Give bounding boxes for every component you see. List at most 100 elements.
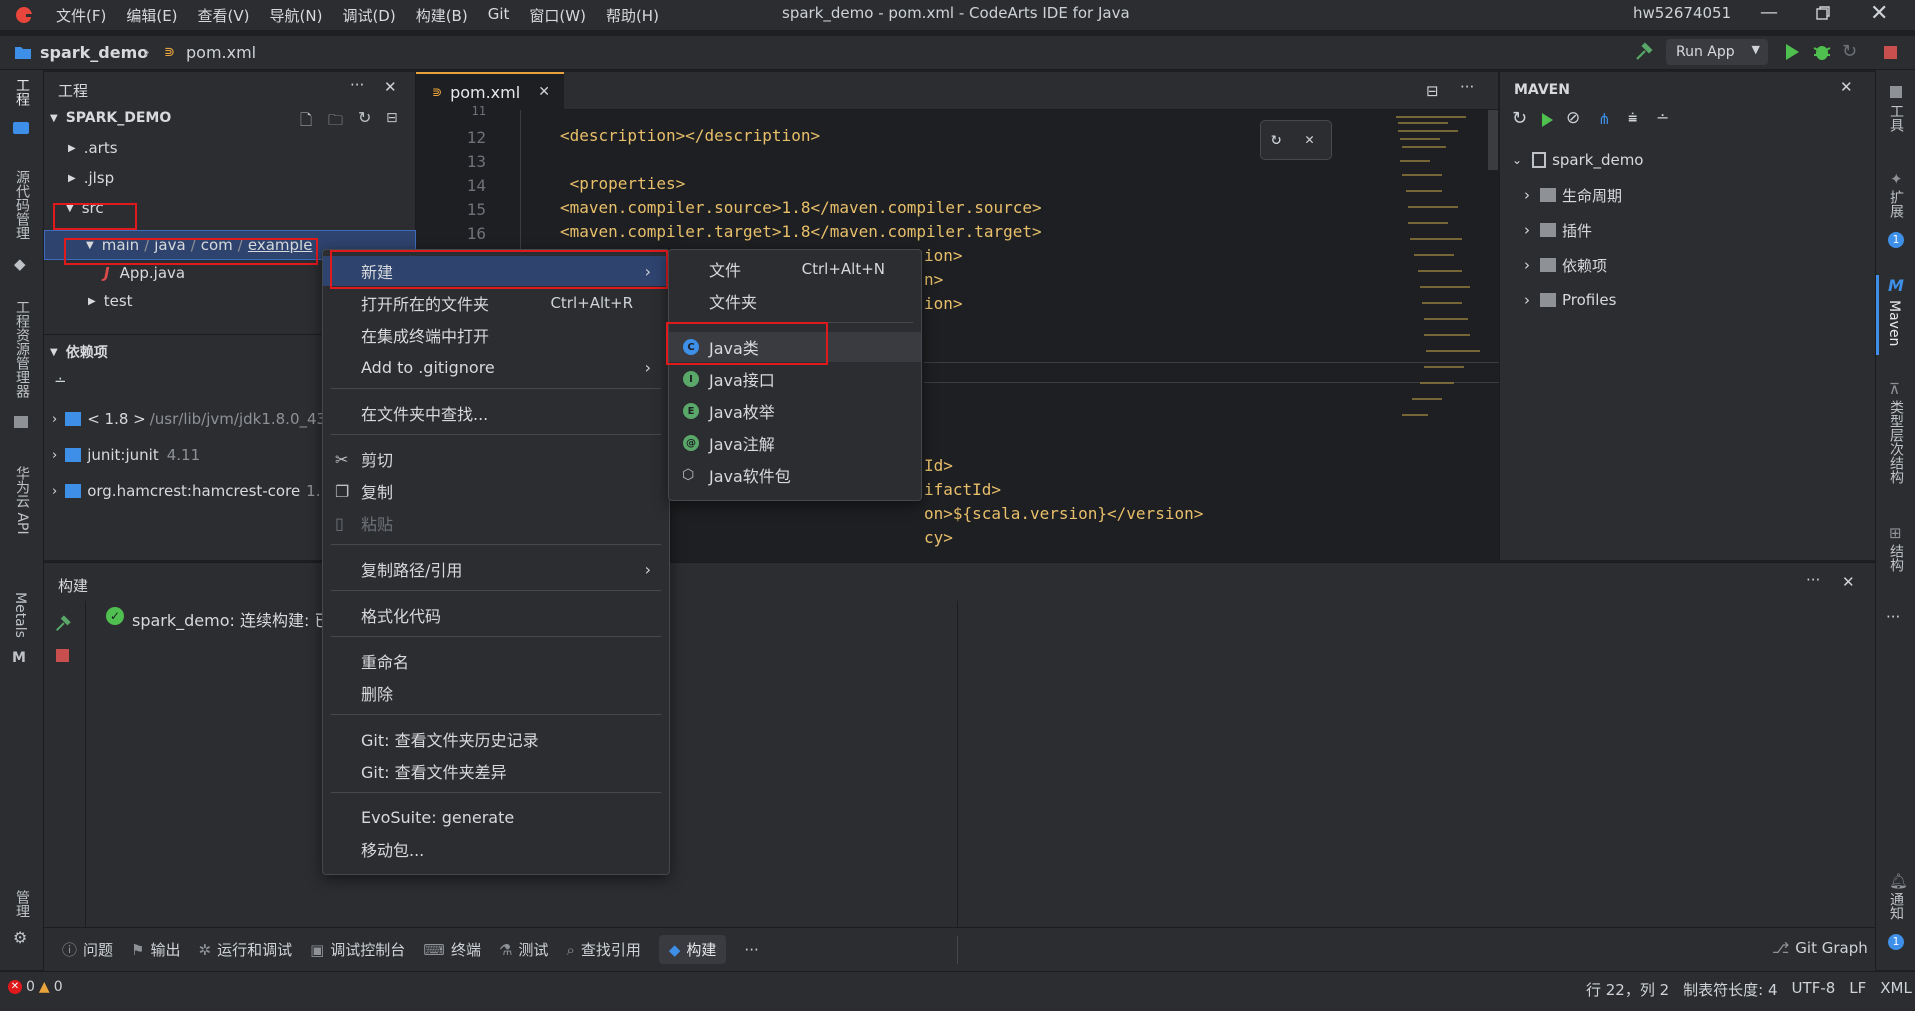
submenu-item-java-interface[interactable]: I Java接口 [669, 364, 921, 394]
build-hammer-icon[interactable] [54, 615, 72, 633]
dep-row-hamcrest[interactable]: › org.hamcrest:hamcrest-core 1. [52, 477, 320, 505]
more-icon[interactable]: ··· [744, 941, 758, 959]
refresh-icon[interactable]: ↻ [358, 108, 371, 127]
tab-debug-console[interactable]: ▣ 调试控制台 [310, 939, 405, 960]
submenu-item-file[interactable]: 文件 Ctrl+Alt+N [669, 254, 921, 284]
activity-huawei-api[interactable]: 华为云 API [12, 466, 32, 539]
user-account[interactable]: hw52674051 [1633, 4, 1731, 22]
debug-icon[interactable] [1812, 42, 1832, 62]
activity-tools[interactable]: 工具 [1886, 104, 1906, 136]
submenu-item-folder[interactable]: 文件夹 [669, 286, 921, 316]
menu-navigate[interactable]: 导航(N) [260, 5, 333, 26]
menu-item-copy[interactable]: ❐ 复制 [323, 476, 669, 506]
minimize-icon[interactable]: — [1760, 2, 1778, 23]
menu-item-evosuite[interactable]: EvoSuite: generate [323, 802, 669, 832]
breadcrumb-file[interactable]: pom.xml [186, 43, 256, 62]
expand-all-icon[interactable]: ⩧ [1628, 108, 1637, 128]
run-config-dropdown[interactable]: Run App ▼ [1666, 39, 1768, 65]
submenu-item-java-package[interactable]: ⬡ Java软件包 [669, 460, 921, 490]
menu-item-open-containing-folder[interactable]: 打开所在的文件夹 Ctrl+Alt+R [323, 288, 669, 318]
activity-manage[interactable]: 管理 [12, 890, 32, 922]
maven-lifecycle[interactable]: › 生命周期 [1524, 181, 1622, 209]
menu-item-delete[interactable]: 删除 [323, 678, 669, 708]
new-folder-icon[interactable]: 🗀 [328, 110, 343, 135]
tab-problems[interactable]: ⓘ 问题 [62, 939, 113, 960]
activity-source-control[interactable]: 源代码管理 [12, 170, 32, 244]
breadcrumb-project[interactable]: spark_demo [40, 43, 148, 62]
stop-icon[interactable] [1884, 46, 1897, 59]
tab-find-references[interactable]: ⌕ 查找引用 [566, 939, 640, 960]
menu-item-open-in-terminal[interactable]: 在集成终端中打开 [323, 320, 669, 350]
more-icon[interactable]: ··· [1460, 78, 1474, 96]
run-icon[interactable] [1783, 42, 1801, 62]
menu-build[interactable]: 构建(B) [406, 5, 478, 26]
file-encoding[interactable]: UTF-8 [1792, 979, 1836, 1000]
submenu-item-java-enum[interactable]: E Java枚举 [669, 396, 921, 426]
menu-help[interactable]: 帮助(H) [596, 5, 669, 26]
language-mode[interactable]: XML [1880, 979, 1912, 1000]
menu-item-rename[interactable]: 重命名 [323, 646, 669, 676]
tab-size[interactable]: 制表符长度: 4 [1683, 979, 1777, 1000]
activity-notifications[interactable]: 通知 [1886, 892, 1906, 924]
menu-edit[interactable]: 编辑(E) [116, 5, 187, 26]
maven-plugins[interactable]: › 插件 [1524, 216, 1592, 244]
activity-type-hierarchy[interactable]: 类型层次结构 [1886, 400, 1906, 488]
activity-maven[interactable]: Maven [1886, 300, 1902, 350]
menu-window[interactable]: 窗口(W) [519, 5, 596, 26]
reload-icon[interactable]: ↻ [1512, 108, 1527, 129]
scrollbar[interactable] [1488, 110, 1498, 170]
menu-view[interactable]: 查看(V) [188, 5, 260, 26]
split-editor-icon[interactable]: ⊟ [1426, 82, 1439, 100]
collapse-all-icon[interactable]: ⊟ [386, 110, 398, 126]
tree-item-arts[interactable]: ▶ .arts [68, 134, 118, 162]
menu-item-find-in-folder[interactable]: 在文件夹中查找... [323, 398, 669, 428]
tab-output[interactable]: ⚑ 输出 [131, 939, 180, 960]
menu-item-git-diff[interactable]: Git: 查看文件夹差异 [323, 756, 669, 786]
line-ending[interactable]: LF [1849, 979, 1866, 1000]
deps-section-header[interactable]: ▼ 依赖项 [50, 338, 108, 366]
menu-item-format-code[interactable]: 格式化代码 [323, 600, 669, 630]
activity-structure[interactable]: 结构 [1886, 544, 1906, 576]
tree-item-app-java[interactable]: J App.java [104, 259, 185, 287]
rerun-icon[interactable]: ↻ [1842, 41, 1857, 62]
menu-item-add-to-gitignore[interactable]: Add to .gitignore › [323, 352, 669, 382]
tab-build[interactable]: ◆ 构建 [658, 935, 727, 964]
collapse-icon[interactable]: ∸ [54, 372, 67, 390]
gear-icon[interactable]: ⚙ [13, 928, 27, 947]
close-panel-icon[interactable]: ✕ [1842, 573, 1855, 591]
activity-extensions[interactable]: 扩展 [1886, 190, 1906, 222]
activity-metals[interactable]: Metals [12, 592, 28, 642]
tab-terminal[interactable]: ⌨ 终端 [423, 939, 481, 960]
submenu-item-java-annotation[interactable]: @ Java注解 [669, 428, 921, 458]
run-goal-icon[interactable] [1540, 112, 1554, 128]
refresh-icon[interactable]: ↻ [1271, 129, 1281, 149]
close-panel-icon[interactable]: ✕ [1840, 78, 1853, 96]
close-tab-icon[interactable]: ✕ [538, 84, 550, 100]
problems-indicator[interactable]: ✕ 0 ▲ 0 [8, 979, 63, 995]
menu-item-cut[interactable]: ✂ 剪切 [323, 444, 669, 474]
tab-test[interactable]: ⚗ 测试 [499, 939, 548, 960]
menu-item-move-package[interactable]: 移动包... [323, 834, 669, 864]
collapse-all-icon[interactable]: ∸ [1656, 108, 1669, 127]
menu-git[interactable]: Git [478, 5, 520, 26]
maven-root[interactable]: ⌄ spark_demo [1512, 146, 1643, 174]
close-panel-icon[interactable]: ✕ [384, 78, 397, 96]
maven-profiles[interactable]: › Profiles [1524, 286, 1616, 314]
new-file-icon[interactable]: 🗋 [300, 110, 312, 135]
minimap[interactable] [1384, 110, 1484, 470]
activity-resource-explorer[interactable]: 工程资源管理器 [12, 300, 32, 402]
dependency-icon[interactable]: ⋔ [1598, 110, 1611, 128]
more-icon[interactable]: ··· [350, 76, 364, 94]
stop-icon[interactable] [56, 649, 69, 662]
dep-row-jdk[interactable]: › < 1.8 > /usr/lib/jvm/jdk1.8.0_43 [52, 405, 326, 433]
activity-project[interactable]: 工程 [12, 78, 32, 110]
maven-dependencies[interactable]: › 依赖项 [1524, 251, 1607, 279]
menu-item-git-history[interactable]: Git: 查看文件夹历史记录 [323, 724, 669, 754]
menu-item-copy-path[interactable]: 复制路径/引用 › [323, 554, 669, 584]
dep-row-junit[interactable]: › junit:junit 4.11 [52, 441, 200, 469]
close-icon[interactable]: ✕ [1305, 130, 1314, 148]
build-hammer-icon[interactable] [1634, 42, 1654, 62]
tree-item-jlsp[interactable]: ▶ .jlsp [68, 164, 114, 192]
more-icon[interactable]: ··· [1806, 571, 1820, 589]
restore-icon[interactable] [1815, 5, 1831, 21]
